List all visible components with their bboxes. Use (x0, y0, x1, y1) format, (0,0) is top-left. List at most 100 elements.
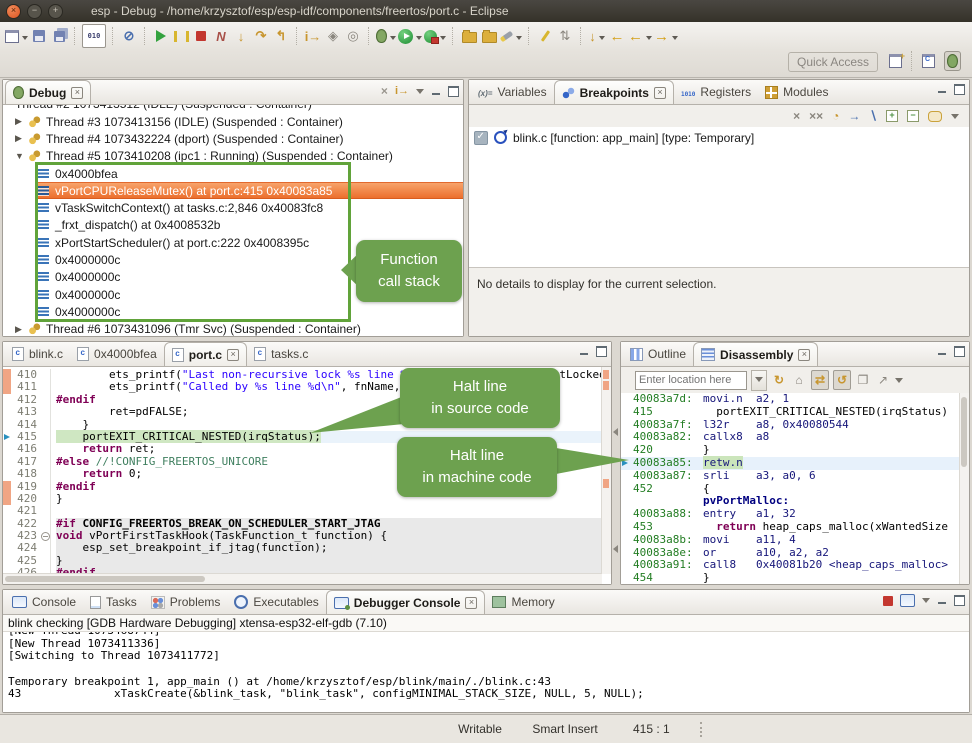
overview-mark[interactable] (603, 479, 609, 488)
scrollbar-thumb[interactable] (5, 576, 205, 582)
thread-row[interactable]: ▼Thread #5 1073410208 (ipc1 : Running) (… (3, 148, 463, 165)
window-minimize-button[interactable]: − (27, 4, 42, 19)
fold-collapse-icon[interactable] (41, 532, 50, 541)
tab-executables[interactable]: Executables (227, 590, 325, 614)
mark-occurrences-button[interactable] (536, 26, 554, 46)
vertical-scrollbar[interactable] (959, 393, 969, 584)
suspend-button[interactable] (172, 26, 190, 46)
tab-console[interactable]: Console (5, 590, 83, 614)
stack-frame-row[interactable]: 0x4000000c (35, 303, 463, 320)
link-with-debug-icon[interactable] (928, 111, 942, 122)
skip-all-breakpoints-icon[interactable]: ∖ (869, 109, 877, 123)
sash-collapse-icon[interactable] (613, 428, 618, 436)
overview-ruler[interactable] (601, 367, 611, 574)
home-icon[interactable]: ⌂ (791, 371, 807, 389)
skip-all-breakpoints-button[interactable]: ⊘ (120, 26, 138, 46)
pin-view-icon[interactable]: ↗ (875, 371, 891, 389)
remove-all-breakpoints-icon[interactable]: ×× (809, 109, 823, 123)
console-dropdown-icon[interactable] (922, 598, 930, 607)
scrollbar-thumb[interactable] (961, 397, 967, 467)
tab-close-icon[interactable]: × (654, 87, 666, 99)
tab-modules[interactable]: Modules (758, 80, 835, 104)
binary-button[interactable]: 010 (82, 24, 106, 48)
stack-frame-row[interactable]: vTaskSwitchContext() at tasks.c:2,846 0x… (35, 199, 463, 216)
tab-registers[interactable]: Registers (674, 80, 758, 104)
chevron-down-icon[interactable]: ▼ (15, 151, 28, 161)
prev-button[interactable]: ← (628, 26, 652, 46)
maximize-icon[interactable] (954, 84, 965, 95)
breakpoint-row[interactable]: blink.c [function: app_main] [type: Temp… (469, 127, 969, 148)
step-filters-button[interactable]: ◈ (324, 26, 342, 46)
view-menu-icon[interactable] (951, 114, 959, 123)
maximize-icon[interactable] (954, 595, 965, 606)
cpp-perspective-button[interactable] (919, 51, 938, 71)
maximize-icon[interactable] (448, 86, 459, 97)
dropdown-arrow-icon[interactable] (646, 36, 652, 43)
tab-port-c[interactable]: port.c× (164, 342, 247, 366)
show-supported-breakpoints-icon[interactable]: ◔ (832, 109, 839, 123)
tab-close-icon[interactable]: × (227, 349, 239, 361)
dropdown-arrow-icon[interactable] (416, 36, 422, 43)
chevron-right-icon[interactable]: ▶ (15, 324, 28, 335)
chevron-right-icon[interactable]: ▶ (15, 133, 28, 144)
console-output[interactable]: [New Thread 1073468744][New Thread 10734… (3, 632, 969, 712)
stack-frame-row[interactable]: _frxt_dispatch() at 0x4008532b (35, 217, 463, 234)
sash-collapse-icon[interactable] (613, 545, 618, 553)
annotations-button[interactable]: ⇅ (556, 26, 574, 46)
remove-breakpoint-icon[interactable]: × (793, 109, 800, 123)
step-into-button[interactable]: ↓ (232, 26, 250, 46)
tab-0x4000bfea[interactable]: 0x4000bfea (70, 342, 164, 366)
refresh-icon[interactable]: ↻ (771, 371, 787, 389)
thread-row[interactable]: ▶Thread #3 1073413156 (IDLE) (Suspended … (3, 113, 463, 130)
debug-button[interactable] (376, 26, 396, 46)
thread-row[interactable]: ▶Thread #6 1073431096 (Tmr Svc) (Suspend… (3, 321, 463, 336)
terminate-button[interactable] (192, 26, 210, 46)
tab-tasks[interactable]: Tasks (83, 590, 144, 614)
go-to-file-icon[interactable]: → (848, 109, 860, 123)
debug-perspective-button[interactable] (944, 51, 961, 71)
display-console-icon[interactable] (900, 594, 915, 607)
instruction-stepping-button[interactable]: i→ (304, 26, 322, 46)
build-button[interactable] (460, 26, 478, 46)
tab-disassembly[interactable]: Disassembly× (693, 342, 818, 366)
chevron-right-icon[interactable]: ▶ (15, 116, 28, 127)
tab-outline[interactable]: Outline (623, 342, 693, 366)
collapse-all-icon[interactable]: − (907, 110, 919, 122)
run-button[interactable] (398, 26, 422, 46)
step-over-button[interactable]: ↷ (252, 26, 270, 46)
debug-toolbar-icon[interactable]: i→ (395, 85, 409, 97)
dropdown-arrow-icon[interactable] (440, 36, 446, 43)
disconnect-button[interactable]: N (212, 26, 230, 46)
external-tools-button[interactable] (424, 26, 446, 46)
minimize-icon[interactable] (431, 87, 441, 96)
maximize-icon[interactable] (954, 346, 965, 357)
expand-all-icon[interactable]: + (886, 110, 898, 122)
stack-frame-row[interactable]: vPortCPUReleaseMutex() at port.c:415 0x4… (35, 182, 463, 199)
maximize-icon[interactable] (596, 346, 607, 357)
save-button[interactable] (30, 26, 48, 46)
back-button[interactable]: ← (608, 26, 626, 46)
location-dropdown-icon[interactable] (751, 370, 767, 391)
minimize-icon[interactable] (937, 347, 947, 356)
minimize-icon[interactable] (579, 347, 589, 356)
tab-variables[interactable]: Variables (471, 80, 554, 104)
overview-mark[interactable] (603, 370, 609, 379)
forward-button[interactable]: → (654, 26, 678, 46)
open-folder-button[interactable] (480, 26, 498, 46)
new-view-icon[interactable]: ❐ (855, 371, 871, 389)
tab-memory[interactable]: Memory (485, 590, 561, 614)
tab-tasks-c[interactable]: tasks.c (247, 342, 315, 366)
remove-all-terminated-icon[interactable]: × (381, 84, 388, 98)
horizontal-scrollbar[interactable] (3, 573, 602, 584)
tab-debugger-console[interactable]: Debugger Console× (326, 590, 486, 614)
window-close-button[interactable]: × (6, 4, 21, 19)
save-all-button[interactable] (50, 26, 68, 46)
breakpoint-checkbox[interactable] (474, 131, 488, 145)
disassembly-code-area[interactable]: 40083a7d:movi.n a2, 1415 portEXIT_CRITIC… (621, 393, 960, 584)
minimize-icon[interactable] (937, 85, 947, 94)
search-button[interactable] (500, 26, 522, 46)
resume-button[interactable] (152, 26, 170, 46)
dropdown-arrow-icon[interactable] (22, 36, 28, 43)
tab-debug[interactable]: Debug× (5, 80, 91, 104)
overview-mark[interactable] (603, 381, 609, 390)
